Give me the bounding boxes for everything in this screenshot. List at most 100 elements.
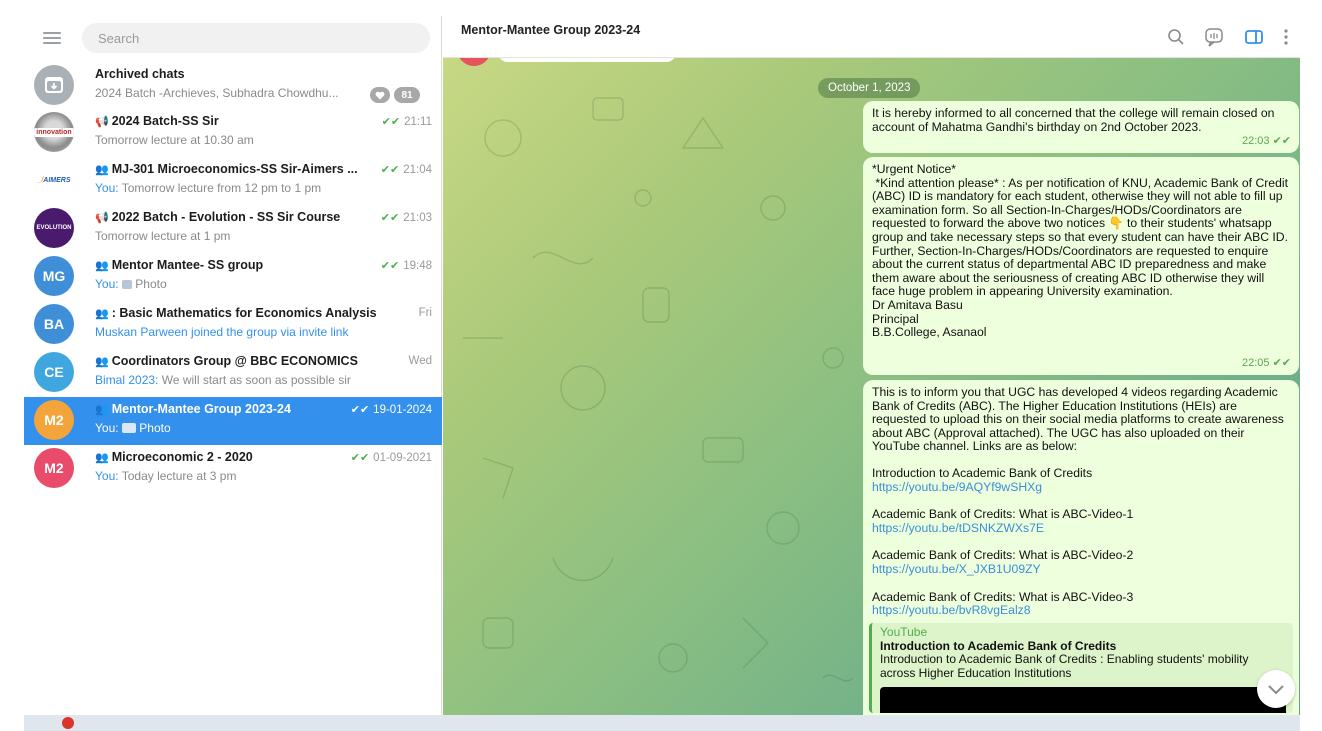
youtube-link[interactable]: https://youtu.be/9AQYf9wSHXg — [872, 480, 1042, 494]
group-icon: 👥 — [95, 356, 109, 368]
avatar: M2 — [34, 448, 74, 488]
link-label: Introduction to Academic Bank of Credits — [872, 465, 1093, 480]
photo-thumb-icon — [121, 423, 136, 433]
avatar: MG — [34, 256, 74, 296]
double-check-icon: ✔✔ — [380, 212, 400, 224]
chat-title: 👥 Coordinators Group @ BBC ECONOMICS — [95, 354, 358, 368]
message-text: This is to inform you that UGC has devel… — [872, 385, 1284, 454]
os-taskbar — [24, 715, 1300, 731]
chat-subtitle: You: Photo — [95, 277, 167, 291]
chat-time: ✔✔ 21:04 — [380, 164, 432, 176]
avatar: _/AIMERS — [34, 160, 74, 200]
chat-subtitle: Muskan Parween joined the group via invi… — [95, 325, 349, 339]
partial-message-bubble — [499, 58, 675, 62]
weather-icon — [62, 717, 74, 729]
video-thumbnail[interactable] — [880, 687, 1286, 713]
chat-panel: Mentor-Mantee Group 2023-24 October 1, 2… — [443, 16, 1300, 715]
message-text: It is hereby informed to all concerned t… — [872, 106, 1275, 134]
search-input[interactable] — [82, 23, 430, 53]
message-bubble[interactable]: It is hereby informed to all concerned t… — [863, 101, 1299, 153]
scroll-down-button[interactable] — [1257, 670, 1295, 708]
telegram-window: Archived chats 2024 Batch -Archieves, Su… — [0, 0, 1322, 731]
chat-title: Archived chats — [95, 67, 185, 81]
sidebar-toggle-icon[interactable] — [1243, 26, 1265, 48]
youtube-link[interactable]: https://youtu.be/X_JXB1U09ZY — [872, 562, 1041, 576]
hamburger-menu-icon[interactable] — [40, 26, 66, 50]
video-chat-icon[interactable] — [1203, 26, 1225, 48]
chat-item[interactable]: CE 👥 Coordinators Group @ BBC ECONOMICS B… — [24, 349, 442, 397]
chat-header-title[interactable]: Mentor-Mantee Group 2023-24 — [461, 23, 640, 37]
chat-item[interactable]: MG 👥 Mentor Mantee- SS group You: Photo ✔… — [24, 253, 442, 301]
chat-item[interactable]: _/AIMERS 👥 MJ-301 Microeconomics-SS Sir-A… — [24, 157, 442, 205]
avatar: M2 — [34, 400, 74, 440]
chat-background: October 1, 2023 It is hereby informed to… — [443, 58, 1300, 715]
message-bubble[interactable]: This is to inform you that UGC has devel… — [863, 380, 1299, 715]
chat-time: Wed — [408, 355, 432, 367]
group-icon: 👥 — [95, 308, 109, 320]
chat-title: 👥 Mentor-Mantee Group 2023-24 — [95, 402, 291, 416]
chat-title: 👥: Basic Mathematics for Economics Analy… — [95, 306, 377, 320]
sidebar-header — [24, 16, 442, 60]
megaphone-icon: 📢 — [95, 116, 109, 128]
link-preview[interactable]: YouTube Introduction to Academic Bank of… — [869, 623, 1293, 713]
avatar: innovation — [34, 112, 74, 152]
link-label: Academic Bank of Credits: What is ABC-Vi… — [872, 507, 1134, 522]
double-check-icon: ✔✔ — [350, 404, 370, 416]
double-check-icon: ✔✔ — [1272, 357, 1291, 370]
heart-badge-icon — [370, 87, 390, 103]
chat-title: 📢 2022 Batch - Evolution - SS Sir Course — [95, 210, 341, 224]
chat-list-sidebar: Archived chats 2024 Batch -Archieves, Su… — [24, 16, 442, 715]
chat-title: 👥 Mentor Mantee- SS group — [95, 258, 264, 272]
youtube-link[interactable]: https://youtu.be/bvR8vgEalz8 — [872, 603, 1031, 617]
chat-time: ✔✔ 19-01-2024 — [350, 404, 432, 416]
avatar: CE — [34, 352, 74, 392]
chat-subtitle: Bimal 2023: We will start as soon as pos… — [95, 373, 351, 387]
group-icon: 👥 — [95, 404, 109, 416]
chat-time: ✔✔ 01-09-2021 — [350, 452, 432, 464]
chat-subtitle: Tomorrow lecture at 1 pm — [95, 229, 231, 243]
chat-subtitle: You: Photo — [95, 421, 171, 435]
chat-subtitle: Tomorrow lecture at 10.30 am — [95, 133, 254, 147]
megaphone-icon: 📢 — [95, 212, 109, 224]
search-icon[interactable] — [1165, 26, 1187, 48]
chat-item[interactable]: innovation 📢 2024 Batch-SS Sir Tomorrow l… — [24, 109, 442, 157]
link-label: Academic Bank of Credits: What is ABC-Vi… — [872, 589, 1134, 604]
chat-time: ✔✔ 21:11 — [381, 116, 432, 128]
chat-item-active[interactable]: M2 👥 Mentor-Mantee Group 2023-24 You: Pho… — [24, 397, 442, 445]
double-check-icon: ✔✔ — [1272, 135, 1291, 148]
avatar: EVOLUTION — [34, 208, 74, 248]
more-options-icon[interactable] — [1275, 26, 1297, 48]
message-time: 22:05 ✔✔ — [1241, 357, 1291, 370]
link-block: Introduction to Academic Bank of Credits… — [872, 465, 1290, 494]
chat-title: 📢 2024 Batch-SS Sir — [95, 114, 219, 128]
link-block: Academic Bank of Credits: What is ABC-Vi… — [872, 508, 1290, 535]
group-icon: 👥 — [95, 452, 109, 464]
double-check-icon: ✔✔ — [381, 116, 401, 128]
message-text: *Urgent Notice* *Kind attention please* … — [872, 162, 1288, 340]
chat-item[interactable]: M2 👥 Microeconomic 2 - 2020 You: Today le… — [24, 445, 442, 493]
preview-title: Introduction to Academic Bank of Credits — [880, 638, 1117, 653]
message-bubble[interactable]: *Urgent Notice* *Kind attention please* … — [863, 157, 1299, 375]
chat-time: Fri — [418, 307, 432, 319]
link-block: Academic Bank of Credits: What is ABC-Vi… — [872, 589, 1290, 618]
unread-badge: 81 — [394, 87, 420, 103]
archive-icon — [34, 65, 74, 105]
double-check-icon: ✔✔ — [380, 164, 400, 176]
message-time: 22:03 ✔✔ — [1241, 135, 1291, 148]
double-check-icon: ✔✔ — [350, 452, 370, 464]
chat-item[interactable]: BA 👥: Basic Mathematics for Economics An… — [24, 301, 442, 349]
preview-source: YouTube — [880, 625, 928, 639]
group-icon: 👥 — [95, 260, 109, 272]
chat-item-archived[interactable]: Archived chats 2024 Batch -Archieves, Su… — [24, 62, 442, 110]
preview-description: Introduction to Academic Bank of Credits… — [880, 652, 1249, 680]
chat-title: 👥 MJ-301 Microeconomics-SS Sir-Aimers ... — [95, 162, 358, 176]
chevron-down-icon — [1268, 685, 1284, 695]
date-separator: October 1, 2023 — [818, 78, 921, 98]
chat-item[interactable]: EVOLUTION 📢 2022 Batch - Evolution - SS S… — [24, 205, 442, 253]
chat-title: 👥 Microeconomic 2 - 2020 — [95, 450, 253, 464]
photo-thumb-icon — [121, 280, 132, 289]
chat-subtitle: You: Today lecture at 3 pm — [95, 469, 237, 483]
youtube-link[interactable]: https://youtu.be/tDSNKZWXs7E — [872, 521, 1044, 535]
link-block: Academic Bank of Credits: What is ABC-Vi… — [872, 549, 1290, 576]
avatar: BA — [34, 304, 74, 344]
